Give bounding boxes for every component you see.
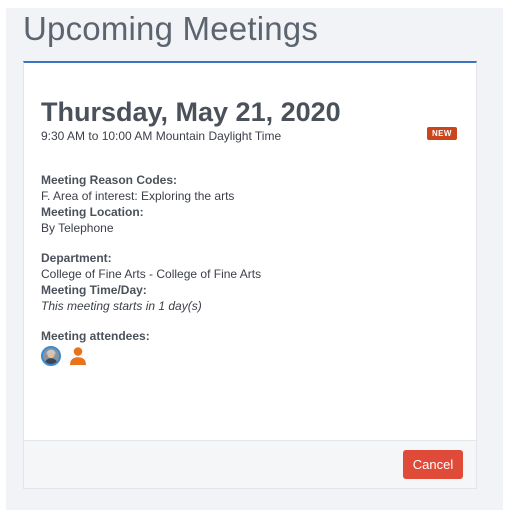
meetings-panel: Upcoming Meetings Thursday, May 21, 2020… (6, 8, 503, 510)
card-footer: Cancel (24, 440, 476, 488)
department-value: College of Fine Arts - College of Fine A… (41, 267, 262, 281)
time-day-label: Meeting Time/Day: (41, 283, 147, 297)
meeting-date: Thursday, May 21, 2020 (41, 97, 341, 127)
meeting-time-range: 9:30 AM to 10:00 AM Mountain Daylight Ti… (41, 129, 282, 143)
avatar-photo-icon (43, 348, 59, 364)
meeting-details: Meeting Reason Codes: F. Area of interes… (41, 172, 461, 344)
location-value: By Telephone (41, 221, 114, 235)
page-title: Upcoming Meetings (23, 10, 319, 47)
location-label: Meeting Location: (41, 205, 144, 219)
new-badge: NEW (427, 127, 457, 140)
cancel-button[interactable]: Cancel (403, 450, 463, 479)
time-day-value: This meeting starts in 1 day(s) (41, 299, 202, 313)
attendee-list (41, 345, 89, 367)
department-label: Department: (41, 251, 112, 265)
meeting-card: Thursday, May 21, 2020 9:30 AM to 10:00 … (23, 61, 477, 489)
reason-codes-label: Meeting Reason Codes: (41, 173, 178, 187)
reason-codes-value: F. Area of interest: Exploring the arts (41, 189, 235, 203)
attendees-label: Meeting attendees: (41, 329, 150, 343)
person-icon[interactable] (67, 345, 89, 367)
attendee-avatar-photo[interactable] (41, 346, 61, 366)
